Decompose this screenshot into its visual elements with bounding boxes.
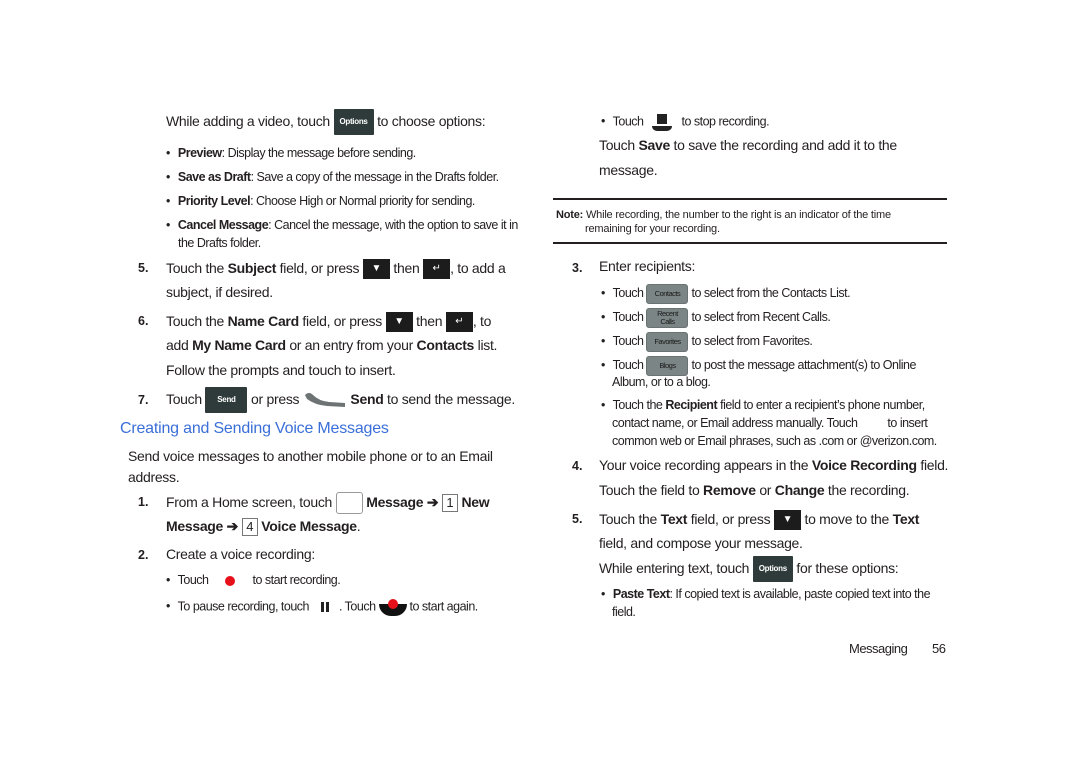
stop-icon — [652, 113, 673, 131]
save-text-line1: Touch Save to save the recording and add… — [599, 137, 897, 153]
list-item: Touch the Recipient field to enter a rec… — [601, 398, 926, 412]
send-button[interactable]: Send — [205, 387, 248, 414]
list-item: Cancel Message: Cancel the message, with… — [166, 218, 518, 232]
intro-line2: address. — [128, 469, 180, 485]
note-rule-bottom — [553, 242, 947, 244]
list-item-continuation: Album, or to a blog. — [612, 375, 711, 389]
note-line1: Note: While recording, the number to the… — [556, 209, 891, 221]
vstep-1-line2: Message ➔ 4 Voice Message. — [166, 518, 361, 537]
intro-line1: Send voice messages to another mobile ph… — [128, 448, 493, 464]
step-3-text: Enter recipients: — [599, 258, 696, 274]
page-number: 56 — [932, 641, 946, 656]
key-1-icon: 1 — [441, 494, 458, 513]
key-4-icon: 4 — [241, 518, 258, 537]
record-again-icon — [378, 597, 407, 617]
list-item: Preview: Display the message before send… — [166, 146, 416, 160]
down-key-icon: ▼ — [773, 510, 801, 531]
list-item: Touch RecentCalls to select from Recent … — [601, 307, 831, 328]
section-heading: Creating and Sending Voice Messages — [120, 420, 389, 437]
down-key-icon: ▼ — [362, 259, 390, 280]
enter-key-icon: ↵ — [423, 259, 451, 280]
step-5-line2: subject, if desired. — [166, 284, 273, 300]
step-number: 4. — [572, 459, 583, 473]
pause-icon — [320, 602, 330, 612]
step-number: 1. — [138, 495, 149, 509]
step-5r-line2: field, and compose your message. — [599, 535, 803, 551]
list-item-continuation: contact name, or Email address manually.… — [612, 416, 928, 430]
blogs-button[interactable]: Blogs — [646, 355, 689, 376]
favorites-button[interactable]: Favorites — [646, 331, 689, 352]
send-key-icon — [304, 393, 345, 408]
vstep-2-text: Create a voice recording: — [166, 546, 315, 562]
list-item-continuation: the Drafts folder. — [178, 236, 261, 250]
options-button[interactable]: Options — [333, 109, 374, 136]
step-6-line2: add My Name Card or an entry from your C… — [166, 337, 498, 353]
list-item: Save as Draft: Save a copy of the messag… — [166, 170, 499, 184]
step-7-line: Touch Send or press Send to send the mes… — [166, 386, 515, 414]
enter-key-icon: ↵ — [445, 312, 473, 333]
step-4-line2: Touch the field to Remove or Change the … — [599, 482, 910, 498]
list-item-continuation: common web or Email phrases, such as .co… — [612, 434, 937, 448]
note-rule-top — [553, 198, 947, 200]
list-item: Touch Blogs to post the message attachme… — [601, 355, 916, 376]
step-number: 3. — [572, 261, 583, 275]
step-number: 5. — [572, 512, 583, 526]
step-6-line3: Follow the prompts and touch to insert. — [166, 362, 396, 378]
list-item: Paste Text: If copied text is available,… — [601, 587, 931, 601]
footer-section: Messaging — [849, 641, 908, 656]
step-number: 5. — [138, 261, 149, 275]
step-number: 2. — [138, 548, 149, 562]
step-5r-line3: While entering text, touch Options for t… — [599, 555, 899, 583]
step-5-line1: Touch the Subject field, or press ▼ then… — [166, 256, 506, 280]
list-item-continuation: field. — [612, 605, 636, 619]
recent-calls-button[interactable]: Recent Calls — [646, 307, 689, 328]
list-item: Touch Contacts to select from the Contac… — [601, 283, 851, 304]
step-4-line1: Your voice recording appears in the Voic… — [599, 457, 949, 473]
list-item: Touch Favorites to select from Favorites… — [601, 331, 813, 352]
list-item: Priority Level: Choose High or Normal pr… — [166, 194, 476, 208]
list-item: Touch to start recording. — [166, 573, 341, 587]
video-options-intro: While adding a video, touch Options to c… — [166, 108, 486, 136]
options-button[interactable]: Options — [752, 556, 793, 583]
contacts-button[interactable]: Contacts — [646, 283, 689, 304]
save-text-line2: message. — [599, 162, 658, 178]
step-number: 6. — [138, 314, 149, 328]
home-key-icon — [335, 492, 363, 515]
list-item: To pause recording, touch . Touch to sta… — [166, 597, 478, 617]
list-item: Touch to stop recording. — [601, 113, 770, 131]
record-icon — [225, 575, 236, 586]
note-line2: remaining for your recording. — [585, 223, 720, 235]
step-6-line1: Touch the Name Card field, or press ▼ th… — [166, 309, 491, 333]
step-number: 7. — [138, 393, 149, 407]
down-key-icon: ▼ — [385, 312, 413, 333]
step-5r-line1: Touch the Text field, or press ▼ to move… — [599, 507, 919, 531]
vstep-1-line1: From a Home screen, touch Message ➔ 1 Ne… — [166, 490, 490, 515]
